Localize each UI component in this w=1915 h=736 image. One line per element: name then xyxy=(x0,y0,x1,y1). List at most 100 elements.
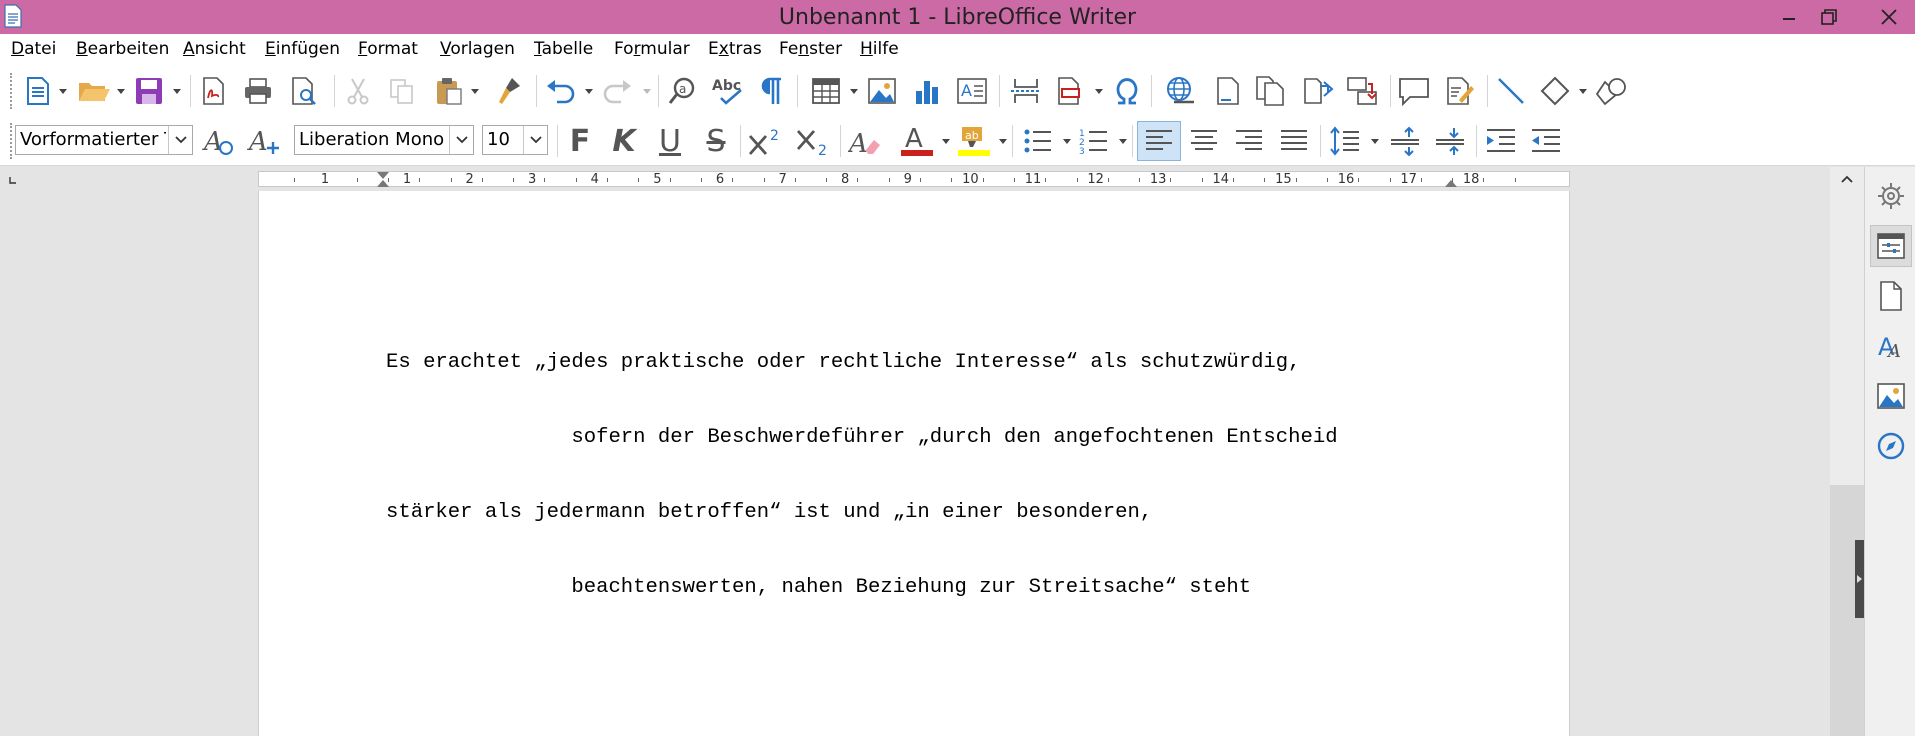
font-color-dropdown[interactable] xyxy=(941,136,951,146)
line-spacing-dropdown[interactable] xyxy=(1370,136,1380,146)
hyperlink-button[interactable] xyxy=(1160,71,1200,111)
vertical-scrollbar[interactable] xyxy=(1830,167,1864,736)
print-button[interactable] xyxy=(238,71,278,111)
right-indent-marker[interactable] xyxy=(1445,180,1457,187)
save-button[interactable] xyxy=(129,71,169,111)
bold-button[interactable]: F xyxy=(560,121,600,161)
highlight-dropdown[interactable] xyxy=(998,136,1008,146)
new-style-button[interactable]: A xyxy=(244,121,284,161)
horizontal-ruler[interactable]: 1123456789101112131415161718 xyxy=(258,171,1570,187)
menu-tabelle[interactable]: Tabelle xyxy=(534,39,593,59)
underline-button[interactable]: U xyxy=(650,121,690,161)
menu-datei[interactable]: Datei xyxy=(11,39,56,59)
menu-fenster[interactable]: Fenster xyxy=(779,39,842,59)
menu-format[interactable]: Format xyxy=(358,39,418,59)
bookmark-button[interactable] xyxy=(1298,71,1338,111)
paste-button[interactable] xyxy=(429,71,469,111)
redo-dropdown[interactable] xyxy=(642,86,652,96)
highlight-button[interactable]: ab xyxy=(954,121,994,161)
undo-dropdown[interactable] xyxy=(584,86,594,96)
font-size-dropdown[interactable] xyxy=(523,126,547,154)
open-dropdown[interactable] xyxy=(116,86,126,96)
find-replace-button[interactable]: a xyxy=(664,71,704,111)
copy-button[interactable] xyxy=(382,71,422,111)
clone-formatting-button[interactable] xyxy=(490,71,530,111)
document-text[interactable]: Es erachtet „jedes praktische oder recht… xyxy=(386,300,1338,650)
bullet-list-button[interactable] xyxy=(1018,121,1058,161)
sidebar-collapse-handle[interactable] xyxy=(1855,540,1864,618)
formatting-marks-button[interactable] xyxy=(752,71,792,111)
spelling-button[interactable]: Abc xyxy=(708,71,748,111)
menu-einfuegen[interactable]: Einfügen xyxy=(265,39,340,59)
field-dropdown[interactable] xyxy=(1094,86,1104,96)
font-name-dropdown[interactable] xyxy=(449,126,473,154)
insert-textbox-button[interactable]: A xyxy=(952,71,992,111)
sidebar-page-button[interactable] xyxy=(1870,275,1912,317)
menu-vorlagen[interactable]: Vorlagen xyxy=(440,39,515,59)
undo-button[interactable] xyxy=(540,71,580,111)
new-dropdown[interactable] xyxy=(58,86,68,96)
align-right-button[interactable] xyxy=(1229,121,1269,161)
line-button[interactable] xyxy=(1491,71,1531,111)
font-name-box[interactable]: Liberation Mono xyxy=(294,125,474,155)
bullet-dropdown[interactable] xyxy=(1062,136,1072,146)
new-document-button[interactable] xyxy=(18,71,58,111)
table-dropdown[interactable] xyxy=(849,86,859,96)
toolbar-grip[interactable] xyxy=(10,123,13,159)
menu-hilfe[interactable]: Hilfe xyxy=(860,39,899,59)
insert-image-button[interactable] xyxy=(862,71,902,111)
paragraph-style-dropdown[interactable] xyxy=(168,126,192,154)
decrease-indent-button[interactable] xyxy=(1526,121,1566,161)
update-style-button[interactable]: A xyxy=(199,121,239,161)
comment-button[interactable] xyxy=(1394,71,1434,111)
justify-button[interactable] xyxy=(1274,121,1314,161)
align-left-button[interactable] xyxy=(1137,121,1181,161)
line-spacing-button[interactable] xyxy=(1325,121,1365,161)
special-character-button[interactable] xyxy=(1107,71,1147,111)
clear-formatting-button[interactable]: A xyxy=(845,121,885,161)
sidebar-settings-button[interactable] xyxy=(1870,175,1912,217)
shapes-dropdown[interactable] xyxy=(1578,86,1588,96)
cross-reference-button[interactable] xyxy=(1342,71,1382,111)
increase-spacing-button[interactable] xyxy=(1385,121,1425,161)
sidebar-gallery-button[interactable] xyxy=(1870,375,1912,417)
increase-indent-button[interactable] xyxy=(1481,121,1521,161)
menu-bearbeiten[interactable]: Bearbeiten xyxy=(76,39,169,59)
toolbar-grip[interactable] xyxy=(10,73,13,109)
footnote-button[interactable] xyxy=(1208,71,1248,111)
redo-button[interactable] xyxy=(598,71,638,111)
cut-button[interactable] xyxy=(338,71,378,111)
menu-extras[interactable]: Extras xyxy=(708,39,762,59)
insert-table-button[interactable] xyxy=(806,71,846,111)
numbered-list-button[interactable]: 123 xyxy=(1074,121,1114,161)
print-preview-button[interactable] xyxy=(284,71,324,111)
decrease-spacing-button[interactable] xyxy=(1430,121,1470,161)
menu-ansicht[interactable]: Ansicht xyxy=(183,39,246,59)
chevron-up-icon[interactable] xyxy=(1841,175,1853,183)
indent-marker[interactable] xyxy=(377,172,389,179)
close-button[interactable] xyxy=(1866,0,1912,34)
font-size-box[interactable]: 10 xyxy=(482,125,548,155)
superscript-button[interactable]: 2 xyxy=(746,121,786,161)
track-changes-button[interactable] xyxy=(1440,71,1480,111)
restore-button[interactable] xyxy=(1806,0,1852,34)
sidebar-properties-button[interactable] xyxy=(1870,225,1912,267)
insert-field-button[interactable] xyxy=(1049,71,1089,111)
strikethrough-button[interactable]: S xyxy=(696,121,736,161)
shapes-button[interactable] xyxy=(1592,71,1632,111)
menu-formular[interactable]: Formular xyxy=(614,39,690,59)
subscript-button[interactable]: 2 xyxy=(794,121,834,161)
page-break-button[interactable] xyxy=(1006,71,1046,111)
insert-chart-button[interactable] xyxy=(907,71,947,111)
sidebar-navigator-button[interactable] xyxy=(1870,425,1912,467)
indent-marker[interactable] xyxy=(377,180,389,187)
save-dropdown[interactable] xyxy=(172,86,182,96)
numbering-dropdown[interactable] xyxy=(1118,136,1128,146)
italic-button[interactable]: K xyxy=(604,121,644,161)
tab-stop-selector-icon[interactable] xyxy=(9,176,17,184)
open-button[interactable] xyxy=(74,71,114,111)
endnote-button[interactable] xyxy=(1250,71,1290,111)
document-page[interactable]: Es erachtet „jedes praktische oder recht… xyxy=(258,191,1570,736)
paste-dropdown[interactable] xyxy=(470,86,480,96)
font-color-button[interactable]: A xyxy=(897,121,937,161)
